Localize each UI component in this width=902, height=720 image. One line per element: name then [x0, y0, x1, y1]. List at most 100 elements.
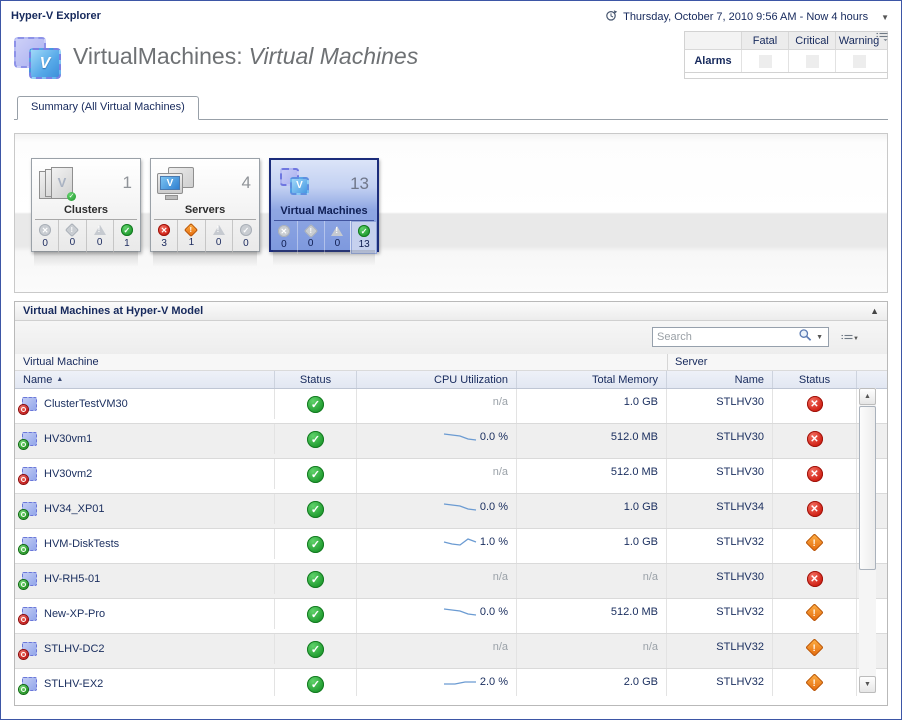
table-row[interactable]: HV-RH5-01✓n/an/aSTLHV30✕	[15, 564, 887, 599]
panel-title: Virtual Machines at Hyper-V Model	[23, 305, 203, 317]
tile-status-critical[interactable]: !0	[297, 221, 324, 254]
server-status-cell: !	[773, 599, 857, 633]
virtual-machines-icon: V	[277, 168, 315, 201]
fatal-circle-icon: ✕	[807, 396, 823, 412]
tile-clusters[interactable]: V✓1Clusters✕0!00✓1	[31, 158, 141, 252]
server-status-cell: ✕	[773, 389, 857, 423]
alarms-critical-cell[interactable]	[788, 50, 835, 72]
search-input[interactable]	[653, 331, 798, 343]
tile-status-fatal[interactable]: ✕0	[32, 220, 58, 253]
vm-name[interactable]: New-XP-Pro	[44, 608, 105, 620]
server-name[interactable]: STLHV34	[716, 501, 764, 513]
alarms-fatal-cell[interactable]	[741, 50, 788, 72]
column-header-total-memory[interactable]: Total Memory	[517, 371, 667, 388]
tile-status-warning[interactable]: 0	[86, 220, 113, 253]
column-header-filler	[857, 371, 887, 388]
memory-value: 2.0 GB	[624, 676, 658, 688]
tile-count: 13	[350, 174, 369, 194]
vm-name[interactable]: HVM-DiskTests	[44, 538, 119, 550]
chevron-down-icon[interactable]: ▼	[881, 13, 889, 22]
tile-count: 4	[242, 173, 251, 193]
tile-servers[interactable]: V4Servers✕3!10✓0	[150, 158, 260, 252]
vm-icon	[22, 502, 37, 516]
server-name[interactable]: STLHV30	[716, 396, 764, 408]
table-row[interactable]: HVM-DiskTests✓1.0 %1.0 GBSTLHV32!	[15, 529, 887, 564]
column-header-row: Name▲ Status CPU Utilization Total Memor…	[15, 371, 887, 389]
tile-top: V 13	[271, 160, 377, 204]
tile-status-fatal[interactable]: ✕0	[271, 221, 297, 254]
vm-icon	[22, 642, 37, 656]
alarms-warning-cell[interactable]	[835, 50, 882, 72]
table-row[interactable]: HV34_XP01✓0.0 %1.0 GBSTLHV34✕	[15, 494, 887, 529]
scrollbar-thumb[interactable]	[859, 406, 876, 570]
topology-tiles-panel: V✓1Clusters✕0!00✓1V4Servers✕3!10✓0V13Vir…	[14, 133, 888, 293]
server-name[interactable]: STLHV30	[716, 571, 764, 583]
server-name[interactable]: STLHV30	[716, 466, 764, 478]
table-row[interactable]: New-XP-Pro✓0.0 %512.0 MBSTLHV32!	[15, 599, 887, 634]
normal-check-icon: ✓	[307, 571, 324, 588]
magnifier-icon[interactable]	[798, 328, 813, 347]
normal-check-icon: ✓	[240, 224, 252, 236]
tile-status-critical[interactable]: !0	[58, 220, 85, 253]
tile-status-critical[interactable]: !1	[177, 220, 204, 253]
column-header-server-status[interactable]: Status	[773, 371, 857, 388]
normal-check-icon: ✓	[121, 224, 133, 236]
server-name[interactable]: STLHV32	[716, 676, 764, 688]
vm-name[interactable]: HV34_XP01	[44, 503, 105, 515]
empty-count-swatch	[759, 55, 772, 68]
critical-diamond-icon: !	[304, 224, 318, 238]
server-name[interactable]: STLHV32	[716, 641, 764, 653]
cpu-sparkline	[443, 501, 477, 513]
vm-name[interactable]: STLHV-EX2	[44, 678, 103, 690]
vm-name[interactable]: STLHV-DC2	[44, 643, 105, 655]
fatal-circle-icon: ✕	[807, 466, 823, 482]
tile-status-normal[interactable]: ✓1	[113, 220, 140, 253]
table-row[interactable]: HV30vm1✓0.0 %512.0 MBSTLHV30✕	[15, 424, 887, 459]
server-status-cell: ✕	[773, 424, 857, 458]
server-name[interactable]: STLHV32	[716, 536, 764, 548]
table-row[interactable]: ClusterTestVM30✓n/a1.0 GBSTLHV30✕	[15, 389, 887, 424]
cpu-value: n/a	[493, 571, 508, 583]
scroll-down-button[interactable]: ▼	[859, 676, 876, 693]
vertical-scrollbar[interactable]: ▲ ▼	[859, 388, 876, 693]
time-range-selector[interactable]: Thursday, October 7, 2010 9:56 AM - Now …	[605, 9, 889, 25]
cpu-sparkline	[443, 536, 477, 548]
tile-status-normal[interactable]: ✓13	[350, 221, 377, 254]
server-name[interactable]: STLHV32	[716, 606, 764, 618]
column-header-vm-name[interactable]: Name▲	[15, 371, 275, 388]
vm-name[interactable]: HV-RH5-01	[44, 573, 100, 585]
memory-value: n/a	[643, 641, 658, 653]
vm-name[interactable]: ClusterTestVM30	[44, 398, 128, 410]
vm-status-cell: ✓	[275, 564, 357, 598]
tab-summary-all-virtual-machines[interactable]: Summary (All Virtual Machines)	[17, 96, 199, 120]
scroll-up-button[interactable]: ▲	[859, 388, 876, 405]
tile-status-normal[interactable]: ✓0	[232, 220, 259, 253]
search-scope-caret-icon[interactable]: ▼	[813, 334, 828, 341]
tile-status-warning[interactable]: 0	[324, 221, 351, 254]
column-header-vm-status[interactable]: Status	[275, 371, 357, 388]
tile-status-fatal[interactable]: ✕3	[151, 220, 177, 253]
tile-status-warning[interactable]: 0	[205, 220, 232, 253]
alarms-options-icon[interactable]	[876, 32, 888, 44]
table-row[interactable]: STLHV-DC2✓n/an/aSTLHV32!	[15, 634, 887, 669]
server-name[interactable]: STLHV30	[716, 431, 764, 443]
vm-icon	[22, 572, 37, 586]
status-count: 0	[281, 239, 287, 250]
fatal-circle-icon: ✕	[807, 571, 823, 587]
table-row[interactable]: STLHV-EX2✓2.0 %2.0 GBSTLHV32!	[15, 669, 887, 696]
table-row[interactable]: HV30vm2✓n/a512.0 MBSTLHV30✕	[15, 459, 887, 494]
table-options-icon[interactable]: ▼	[841, 330, 859, 348]
collapse-up-icon[interactable]: ▲	[870, 302, 879, 320]
tile-status-row: ✕0!00✓13	[271, 221, 377, 254]
server-status-cell: !	[773, 634, 857, 668]
page-title: VirtualMachines:Virtual Machines	[73, 43, 418, 70]
vm-name-cell: STLHV-DC2	[15, 634, 275, 664]
tile-virtual-machines[interactable]: V13Virtual Machines✕0!00✓13	[269, 158, 379, 252]
vm-name[interactable]: HV30vm2	[44, 468, 92, 480]
column-header-cpu-utilization[interactable]: CPU Utilization	[357, 371, 517, 388]
vm-status-cell: ✓	[275, 599, 357, 633]
column-header-server-name[interactable]: Name	[667, 371, 773, 388]
vm-name[interactable]: HV30vm1	[44, 433, 92, 445]
normal-check-icon: ✓	[307, 676, 324, 693]
critical-diamond-icon: !	[65, 223, 79, 237]
